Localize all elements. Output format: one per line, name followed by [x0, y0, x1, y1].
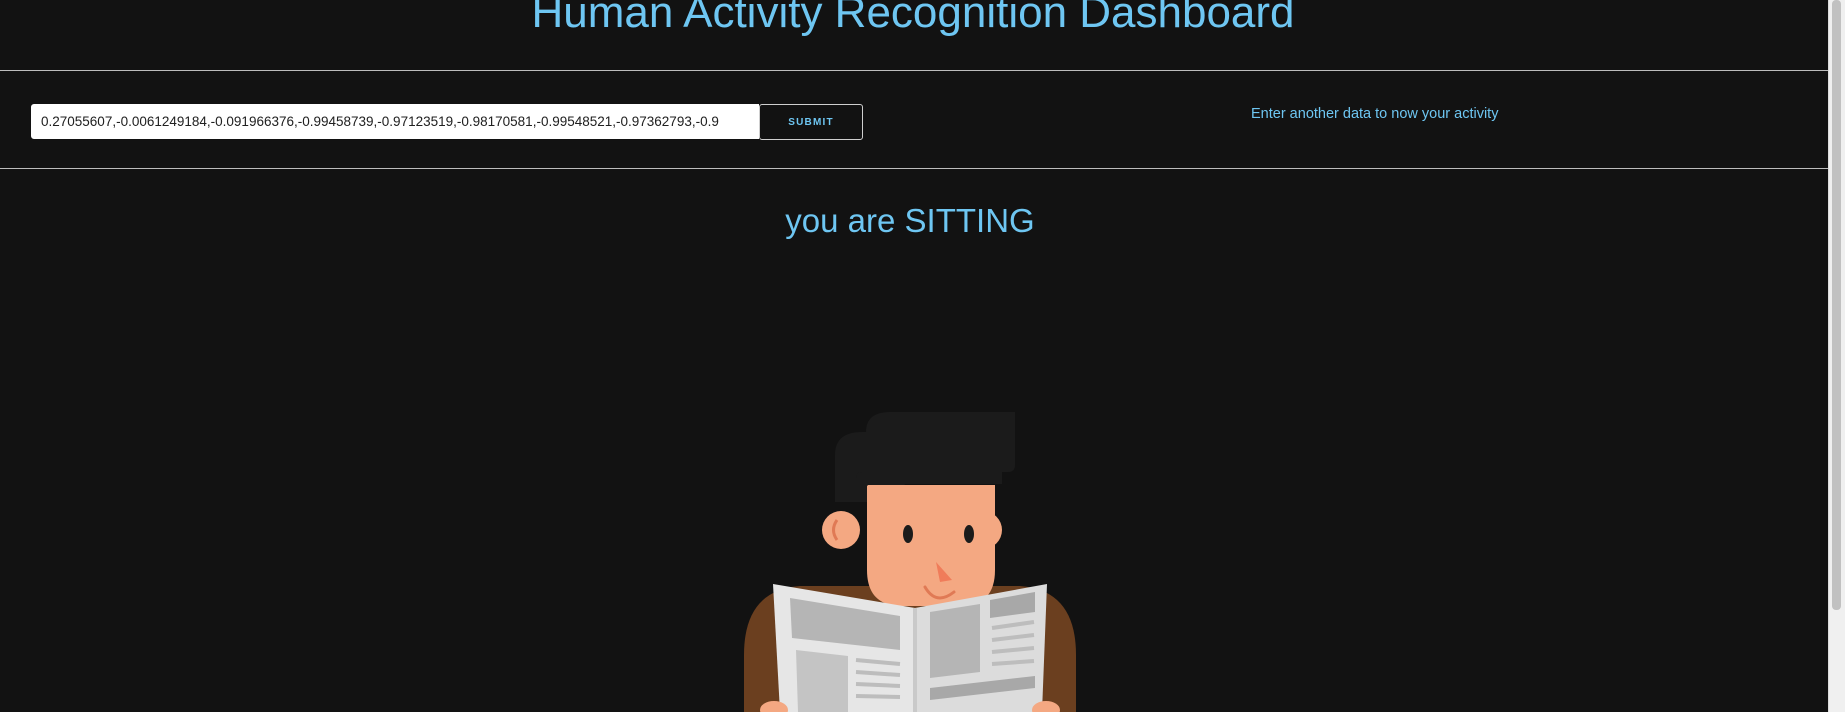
right-eye: [964, 525, 974, 543]
sensor-data-input[interactable]: [31, 104, 759, 139]
person-reading-newspaper-icon: [744, 412, 1076, 712]
page-title: Human Activity Recognition Dashboard: [531, 0, 1295, 37]
scrollbar-thumb[interactable]: [1832, 0, 1841, 610]
dashboard-page: Human Activity Recognition Dashboard SUB…: [0, 0, 1845, 712]
top-divider: [0, 70, 1828, 71]
submit-button[interactable]: SUBMIT: [759, 104, 863, 140]
bottom-divider: [0, 168, 1828, 169]
activity-result: you are SITTING: [785, 202, 1035, 239]
left-eye: [903, 525, 913, 543]
instruction-text: Enter another data to now your activity: [1251, 106, 1499, 122]
vertical-scrollbar[interactable]: [1828, 0, 1845, 712]
face-shape: [867, 485, 995, 606]
left-ear: [822, 511, 860, 549]
